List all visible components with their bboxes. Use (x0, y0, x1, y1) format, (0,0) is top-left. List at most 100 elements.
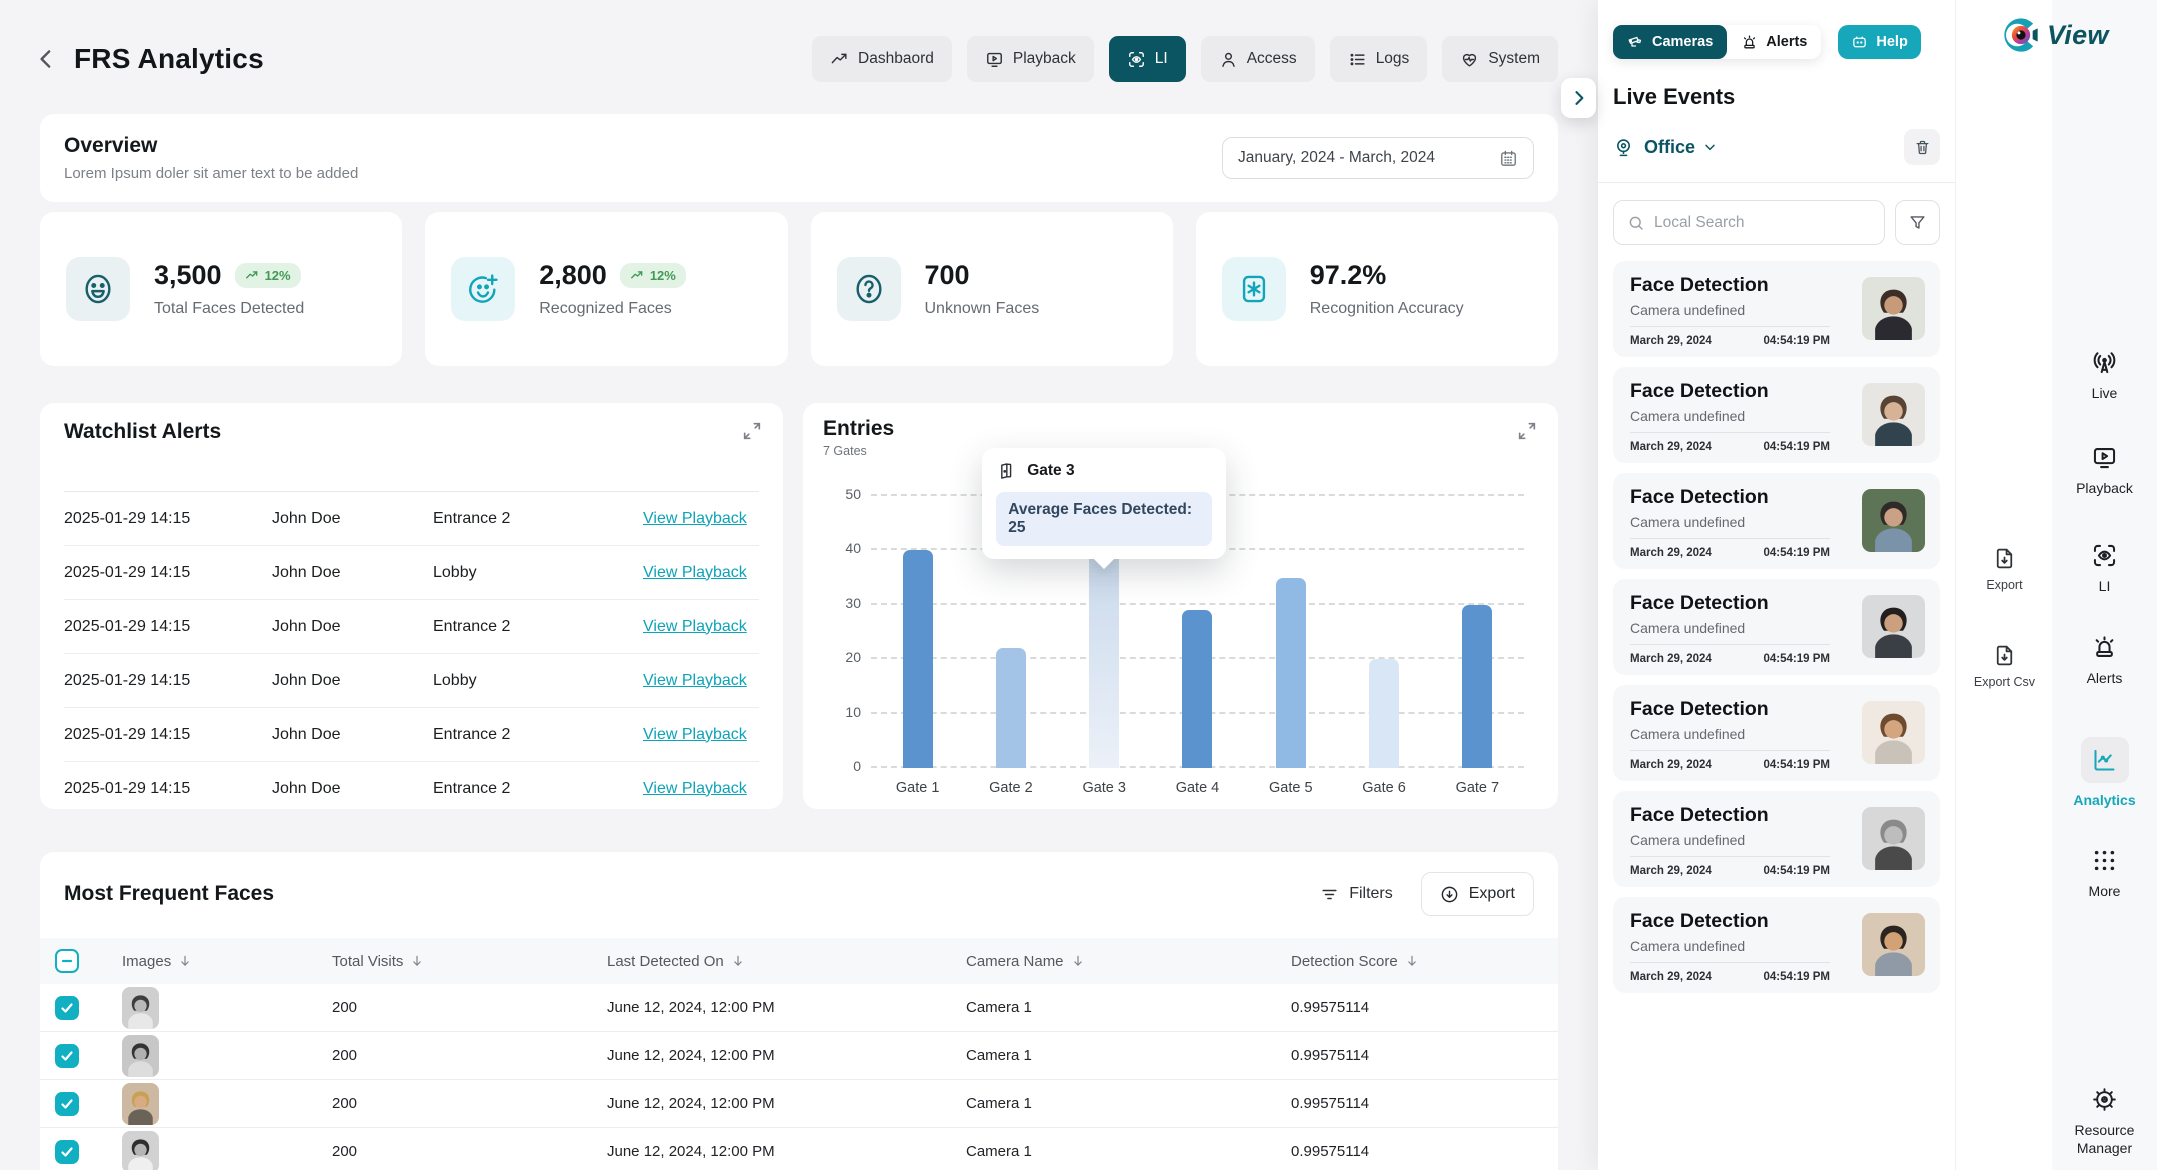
bar-gate-2[interactable] (996, 648, 1026, 768)
divider (1630, 538, 1830, 539)
clear-events-button[interactable] (1904, 129, 1940, 165)
x-tick-label: Gate 5 (1244, 780, 1337, 796)
row-checkbox[interactable] (55, 1092, 79, 1116)
x-tick-label: Gate 6 (1337, 780, 1430, 796)
divider (1630, 750, 1830, 751)
face-detection-card[interactable]: Face Detection Camera undefined March 29… (1613, 473, 1940, 569)
help-button[interactable]: Help (1838, 25, 1920, 59)
bar-gate-4[interactable] (1182, 610, 1212, 768)
list-icon (1348, 50, 1367, 69)
filters-button[interactable]: Filters (1320, 885, 1393, 904)
table-row: 200 June 12, 2024, 12:00 PM Camera 1 0.9… (40, 1128, 1558, 1170)
cell-total-visits: 200 (332, 1095, 607, 1112)
tab-dashbaord[interactable]: Dashbaord (812, 36, 952, 82)
face-detection-card[interactable]: Face Detection Camera undefined March 29… (1613, 791, 1940, 887)
stat-label: Recognized Faces (539, 300, 686, 318)
view-playback-link[interactable]: View Playback (643, 564, 747, 581)
monitor-play-icon (2091, 444, 2118, 471)
tab-cameras[interactable]: Cameras (1613, 25, 1727, 59)
watchlist-alerts-panel: Watchlist Alerts 2025-01-29 14:15 John D… (40, 403, 783, 809)
row-checkbox[interactable] (55, 1140, 79, 1164)
tab-system[interactable]: System (1442, 36, 1558, 82)
gear-icon (2091, 1086, 2118, 1113)
bar-gate-1[interactable] (903, 550, 933, 768)
overview-title: Overview (64, 134, 358, 158)
table-row: 2025-01-29 14:15 John Doe Entrance 2 Vie… (64, 762, 759, 809)
export-button[interactable]: Export (1956, 546, 2053, 592)
column-header[interactable]: Total Visits (332, 953, 607, 970)
calendar-icon (1499, 149, 1518, 168)
rail-item-alerts[interactable]: Alerts (2052, 634, 2157, 688)
location-dropdown[interactable]: Office (1644, 137, 1695, 158)
expand-icon[interactable] (1516, 420, 1538, 442)
trend-icon (830, 50, 849, 69)
face-thumbnail (122, 1083, 159, 1125)
rail-item-more[interactable]: More (2052, 847, 2157, 901)
bar-gate-3[interactable] (1089, 545, 1119, 768)
rail-item-live[interactable]: Live (2052, 349, 2157, 403)
bar-gate-7[interactable] (1462, 605, 1492, 768)
file-download-icon (1992, 643, 2017, 668)
cell-last-detected: June 12, 2024, 12:00 PM (607, 1047, 966, 1064)
column-header[interactable]: Camera Name (966, 953, 1291, 970)
column-header[interactable]: Last Detected On (607, 953, 966, 970)
event-time: 04:54:19 PM (1764, 759, 1830, 771)
panel-collapse-button[interactable] (1561, 78, 1596, 118)
face-photo (1862, 701, 1925, 764)
face-detection-card[interactable]: Face Detection Camera undefined March 29… (1613, 897, 1940, 993)
rail-item-resource-manager[interactable]: Resource Manager (2052, 1086, 2157, 1157)
expand-icon[interactable] (741, 420, 763, 442)
view-eye-logo-icon (2001, 15, 2041, 55)
smile-plus-icon (451, 257, 515, 321)
rail-item-playback[interactable]: Playback (2052, 444, 2157, 498)
tooltip-value: Average Faces Detected: 25 (996, 492, 1212, 546)
face-detection-card[interactable]: Face Detection Camera undefined March 29… (1613, 685, 1940, 781)
stat-card: 2,800 12% Recognized Faces (425, 212, 787, 366)
help-label: Help (1876, 34, 1907, 50)
select-all-checkbox[interactable] (55, 949, 79, 973)
cell-timestamp: 2025-01-29 14:15 (64, 672, 272, 690)
view-playback-link[interactable]: View Playback (643, 672, 747, 689)
divider (1598, 182, 1955, 183)
local-search-input[interactable] (1654, 214, 1871, 232)
back-button[interactable] (32, 44, 62, 74)
cell-camera-name: Camera 1 (966, 1047, 1291, 1064)
rail-item-analytics[interactable]: Analytics (2052, 737, 2157, 810)
y-tick-label: 10 (829, 704, 861, 720)
tab-alerts[interactable]: Alerts (1727, 25, 1821, 59)
events-filter-button[interactable] (1895, 200, 1940, 245)
view-playback-link[interactable]: View Playback (643, 780, 747, 797)
brand-logo: View (2001, 15, 2109, 55)
tab-logs[interactable]: Logs (1330, 36, 1428, 82)
row-checkbox[interactable] (55, 1044, 79, 1068)
view-playback-link[interactable]: View Playback (643, 618, 747, 635)
main-content: Overview Lorem Ipsum doler sit amer text… (0, 114, 1596, 1170)
y-tick-label: 50 (829, 486, 861, 502)
entries-chart-panel: Entries 7 Gates 50403020100 Gate 3 (803, 403, 1558, 809)
export-button[interactable]: Export (1421, 872, 1534, 916)
face-detection-card[interactable]: Face Detection Camera undefined March 29… (1613, 367, 1940, 463)
column-header[interactable]: Images (122, 953, 332, 970)
face-detection-card[interactable]: Face Detection Camera undefined March 29… (1613, 579, 1940, 675)
bar-gate-6[interactable] (1369, 659, 1399, 768)
download-icon (1440, 885, 1459, 904)
rail-item-li[interactable]: LI (2052, 542, 2157, 596)
row-checkbox[interactable] (55, 996, 79, 1020)
face-detection-card[interactable]: Face Detection Camera undefined March 29… (1613, 261, 1940, 357)
column-header[interactable]: Detection Score (1291, 953, 1558, 970)
brand-name: View (2047, 20, 2109, 51)
asterisk-icon (1222, 257, 1286, 321)
tab-playback[interactable]: Playback (967, 36, 1094, 82)
date-range-picker[interactable]: January, 2024 - March, 2024 (1222, 137, 1534, 179)
tab-access[interactable]: Access (1201, 36, 1315, 82)
sort-down-icon (1405, 954, 1419, 968)
export-strip: Export Export Csv (1955, 0, 2052, 1170)
export-csv-button[interactable]: Export Csv (1956, 643, 2053, 689)
table-row: 200 June 12, 2024, 12:00 PM Camera 1 0.9… (40, 1080, 1558, 1128)
view-playback-link[interactable]: View Playback (643, 510, 747, 527)
bar-gate-5[interactable] (1276, 578, 1306, 768)
event-time: 04:54:19 PM (1764, 547, 1830, 559)
event-date: March 29, 2024 (1630, 865, 1712, 877)
view-playback-link[interactable]: View Playback (643, 726, 747, 743)
tab-li[interactable]: LI (1109, 36, 1186, 82)
